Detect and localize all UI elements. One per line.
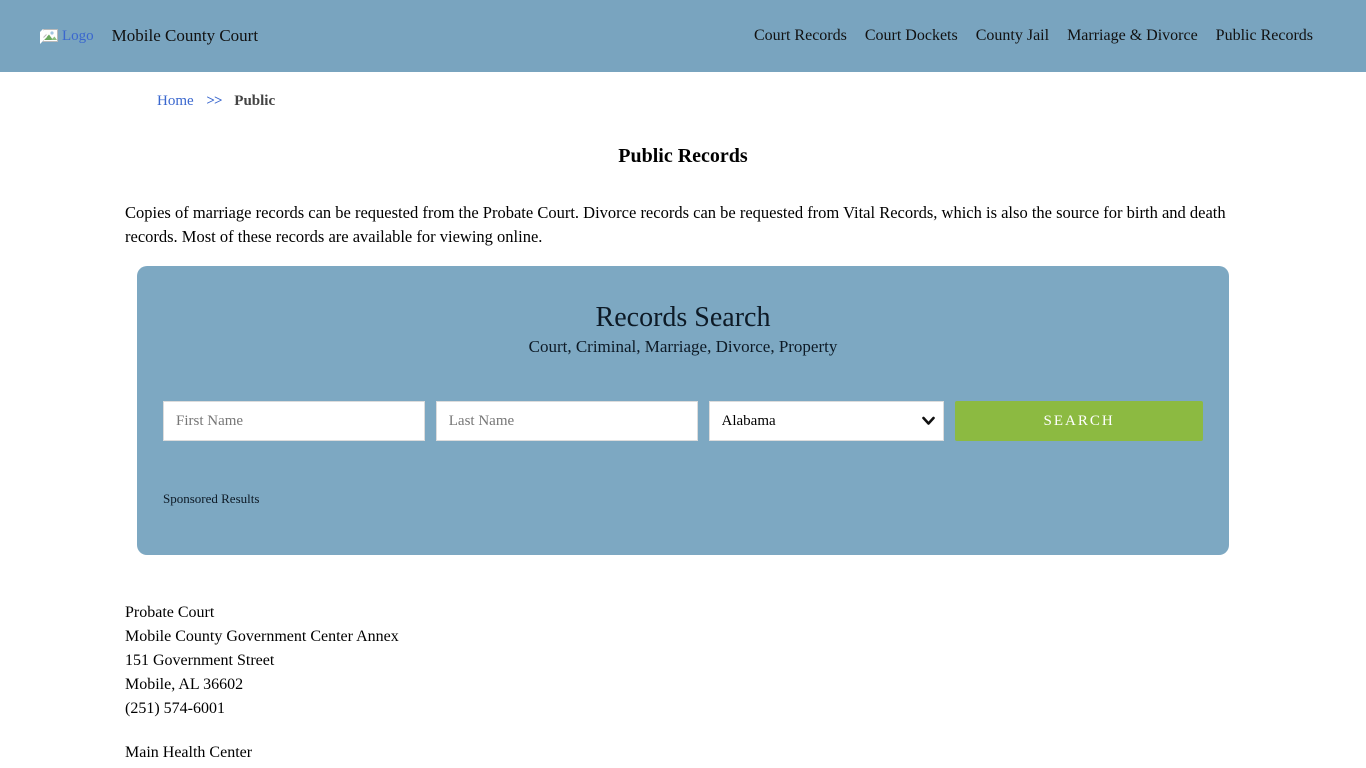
- breadcrumb-home-link[interactable]: Home: [157, 93, 194, 109]
- nav-marriage-divorce[interactable]: Marriage & Divorce: [1067, 27, 1198, 45]
- header: Logo Mobile County Court Court Records C…: [0, 0, 1366, 72]
- logo-alt-text: Logo: [62, 28, 94, 45]
- records-search-panel: Records Search Court, Criminal, Marriage…: [137, 266, 1229, 555]
- breadcrumb-current: Public: [234, 93, 275, 109]
- nav-court-records[interactable]: Court Records: [754, 27, 847, 45]
- first-name-input[interactable]: [163, 401, 425, 441]
- address-line: Mobile County Government Center Annex: [125, 625, 1241, 649]
- nav-court-dockets[interactable]: Court Dockets: [865, 27, 958, 45]
- site-logo-link[interactable]: Logo: [40, 28, 94, 45]
- address-line: 151 Government Street: [125, 649, 1241, 673]
- search-button[interactable]: SEARCH: [955, 401, 1203, 441]
- main-nav: Court Records Court Dockets County Jail …: [754, 27, 1313, 45]
- breadcrumb: Home >> Public: [125, 91, 1241, 111]
- probate-court-address: Probate Court Mobile County Government C…: [125, 601, 1241, 721]
- search-panel-title: Records Search: [163, 302, 1203, 334]
- address-line: Main Health Center: [125, 741, 1241, 765]
- sponsored-results-label: Sponsored Results: [163, 491, 1203, 507]
- state-select-wrap: Alabama: [709, 401, 945, 441]
- breadcrumb-separator: >>: [206, 93, 221, 109]
- health-center-address: Main Health Center: [125, 741, 1241, 765]
- site-title: Mobile County Court: [112, 26, 258, 46]
- nav-county-jail[interactable]: County Jail: [976, 27, 1049, 45]
- broken-image-icon: [40, 28, 59, 44]
- search-panel-subtitle: Court, Criminal, Marriage, Divorce, Prop…: [163, 336, 1203, 358]
- state-select[interactable]: Alabama: [709, 401, 945, 441]
- main-content: Home >> Public Public Records Copies of …: [125, 91, 1241, 765]
- address-line: (251) 574-6001: [125, 697, 1241, 721]
- last-name-input[interactable]: [436, 401, 698, 441]
- nav-public-records[interactable]: Public Records: [1216, 27, 1313, 45]
- intro-paragraph: Copies of marriage records can be reques…: [125, 201, 1241, 249]
- search-form: Alabama SEARCH: [163, 401, 1203, 441]
- page-title: Public Records: [125, 145, 1241, 168]
- address-line: Mobile, AL 36602: [125, 673, 1241, 697]
- address-line: Probate Court: [125, 601, 1241, 625]
